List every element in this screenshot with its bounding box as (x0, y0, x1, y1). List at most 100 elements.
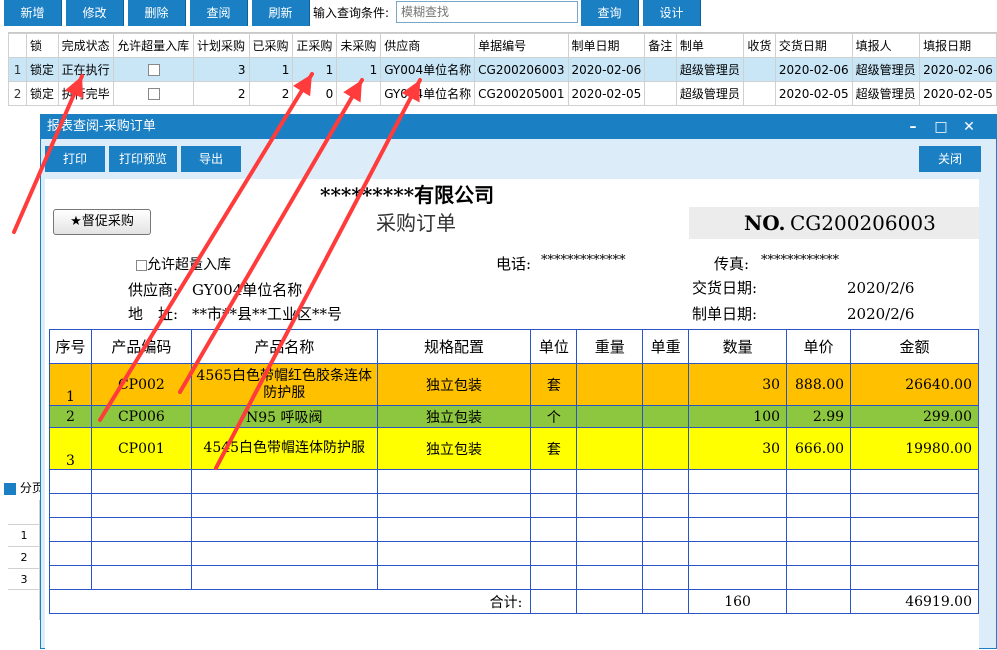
unit-weight-cell (642, 427, 690, 470)
col-deliver[interactable]: 交货日期 (774, 33, 853, 58)
seq-cell: 2 (49, 405, 92, 428)
grid-corner (7, 33, 28, 58)
col-recv[interactable]: 收货 (743, 33, 776, 58)
fax-label: 传真: (714, 255, 750, 273)
col-allow-over[interactable]: 允许超量入库 (113, 33, 194, 58)
document-title: 采购订单 (376, 211, 456, 235)
table-row[interactable]: 3 CP001 4545白色带帽连体防护服 独立包装 套 30 666.00 1… (49, 427, 979, 470)
unit-weight-cell (642, 405, 690, 428)
col-note[interactable]: 备注 (644, 33, 677, 58)
maker-cell: 超级管理员 (675, 81, 745, 106)
delete-button[interactable]: 删除 (128, 0, 186, 26)
qty-cell: 30 (688, 363, 788, 406)
pagination-checkbox[interactable] (4, 482, 16, 495)
allow-over-report-checkbox[interactable] (136, 259, 147, 271)
col-date[interactable]: 制单日期 (567, 33, 646, 58)
col-filldate[interactable]: 填报日期 (919, 33, 997, 58)
table-row[interactable]: 2 锁定 执行完毕 2 2 0 GY004单位名称 CG200205001 20… (7, 81, 997, 106)
edit-button[interactable]: 修改 (66, 0, 124, 26)
minimize-icon[interactable]: – (899, 115, 927, 139)
amount-cell: 299.00 (850, 405, 979, 428)
print-preview-button[interactable]: 打印预览 (109, 146, 177, 172)
empty-row (49, 541, 979, 566)
print-button[interactable]: 打印 (45, 146, 105, 172)
phone-value: ************* (541, 253, 626, 268)
allow-over-label: 允许超量入库 (147, 257, 231, 273)
supplier-value: GY004单位名称 (192, 281, 303, 299)
allow-over-option[interactable]: 允许超量入库 (136, 254, 231, 274)
weight-cell (576, 363, 644, 406)
product-name-cell: 4565白色带帽红色胶条连体防护服 (190, 363, 378, 406)
close-report-button[interactable]: 关闭 (919, 146, 981, 172)
table-row[interactable]: 1 锁定 正在执行 3 1 1 1 GY004单位名称 CG200206003 … (7, 57, 997, 82)
code-cell: CG200206003 (474, 57, 569, 82)
doing-cell: 1 (292, 57, 338, 82)
report-window-titlebar[interactable]: 报表查阅-采购订单 – □ ✕ (41, 115, 996, 139)
done-cell: 2 (248, 81, 294, 106)
supplier-cell: GY004单位名称 (380, 81, 476, 106)
grid-header-row: 锁 完成状态 允许超量入库 计划采购 已采购 正采购 未采购 供应商 单据编号 … (7, 33, 997, 58)
col-done[interactable]: 已采购 (248, 33, 294, 58)
recv-cell (743, 81, 776, 106)
col-supplier[interactable]: 供应商 (380, 33, 476, 58)
col-unit-weight: 单重 (642, 329, 690, 364)
col-code[interactable]: 单据编号 (474, 33, 569, 58)
table-row[interactable]: 1 CP002 4565白色带帽红色胶条连体防护服 独立包装 套 30 888.… (49, 363, 979, 406)
col-maker[interactable]: 制单 (675, 33, 745, 58)
maximize-icon[interactable]: □ (927, 115, 955, 139)
report-window: 报表查阅-采购订单 – □ ✕ 打印 打印预览 导出 关闭 *********有… (40, 114, 997, 650)
close-icon[interactable]: ✕ (955, 115, 983, 139)
allow-over-checkbox[interactable] (147, 88, 160, 100)
add-button[interactable]: 新增 (4, 0, 62, 26)
bottom-row-gutter: 1 2 3 (8, 500, 40, 620)
todo-cell (336, 81, 382, 106)
todo-cell: 1 (336, 57, 382, 82)
col-lock[interactable]: 锁 (26, 33, 59, 58)
note-cell (644, 57, 677, 82)
seq-cell: 1 (49, 363, 92, 406)
deliver-cell: 2020-02-06 (774, 57, 853, 82)
qty-cell: 100 (688, 405, 788, 428)
col-amount: 金额 (850, 329, 979, 364)
report-paper: *********有限公司 采购订单 ★督促采购 NO. CG200206003… (45, 179, 979, 650)
pagination-toggle[interactable]: 分页 (4, 478, 44, 498)
query-button[interactable]: 查询 (581, 0, 639, 26)
plan-cell: 2 (193, 81, 250, 106)
allow-over-checkbox[interactable] (147, 64, 160, 76)
done-cell: 1 (248, 57, 294, 82)
filldate-cell: 2020-02-06 (919, 57, 997, 82)
refresh-button[interactable]: 刷新 (252, 0, 310, 26)
deliver-date-label: 交货日期: (692, 279, 758, 297)
spec-cell: 独立包装 (376, 427, 532, 470)
col-todo[interactable]: 未采购 (336, 33, 382, 58)
urge-purchase-button[interactable]: ★督促采购 (53, 209, 151, 235)
product-name-cell: N95 呼吸阀 (190, 405, 378, 428)
recv-cell (743, 57, 776, 82)
doing-cell: 0 (292, 81, 338, 106)
filler-cell: 超级管理员 (851, 81, 921, 106)
fax-value: ************ (761, 253, 839, 268)
col-doing[interactable]: 正采购 (292, 33, 338, 58)
make-date-label: 制单日期: (692, 305, 758, 323)
col-plan[interactable]: 计划采购 (193, 33, 250, 58)
order-grid-table: 锁 完成状态 允许超量入库 计划采购 已采购 正采购 未采购 供应商 单据编号 … (7, 33, 997, 106)
view-button[interactable]: 查阅 (190, 0, 248, 26)
unit-cell: 套 (530, 363, 578, 406)
col-spec: 规格配置 (376, 329, 532, 364)
product-code-cell: CP002 (90, 363, 192, 406)
total-label: 合计: (48, 589, 532, 614)
unit-cell: 个 (530, 405, 578, 428)
export-button[interactable]: 导出 (181, 146, 241, 172)
code-cell: CG200205001 (474, 81, 569, 106)
deliver-cell: 2020-02-05 (774, 81, 853, 106)
col-unit: 单位 (530, 329, 578, 364)
search-input[interactable] (396, 1, 578, 23)
spec-cell: 独立包装 (376, 363, 532, 406)
address-label: 地 址: (128, 305, 179, 323)
table-row[interactable]: 2 CP006 N95 呼吸阀 独立包装 个 100 2.99 299.00 (49, 405, 979, 428)
row-number: 1 (7, 57, 28, 82)
design-button[interactable]: 设计 (643, 0, 701, 26)
make-date-value: 2020/2/6 (847, 305, 915, 323)
col-filler[interactable]: 填报人 (851, 33, 921, 58)
col-status[interactable]: 完成状态 (57, 33, 115, 58)
